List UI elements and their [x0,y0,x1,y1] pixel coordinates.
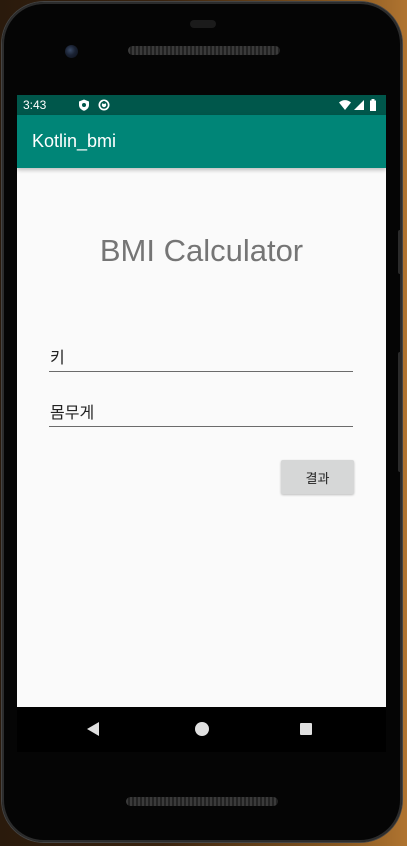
weight-input[interactable] [49,400,350,424]
home-icon[interactable] [195,722,209,736]
battery-icon [370,99,376,111]
sensor-icon [190,20,216,28]
app-bar: Kotlin_bmi [17,115,386,168]
wifi-icon [339,100,351,110]
app-title: Kotlin_bmi [32,131,117,151]
bottom-speaker [126,797,278,806]
result-button[interactable]: 결과 [281,460,354,494]
height-field[interactable] [49,345,353,372]
back-icon[interactable] [87,722,99,736]
navigation-bar [17,707,386,752]
volume-button [398,352,402,472]
earpiece-speaker [128,46,280,55]
page-title: BMI Calculator [99,233,304,268]
recents-icon[interactable] [300,723,312,735]
height-input[interactable] [49,345,350,369]
front-camera-icon [65,45,78,58]
status-bar: 3:43 [17,95,386,115]
status-time: 3:43 [23,98,47,112]
power-button [398,230,402,274]
weight-field[interactable] [49,400,353,427]
app-screen: 3:43 Kotlin_bmi BMI Calculator 결과 [17,95,386,707]
shield-icon [79,99,89,111]
signal-icon [354,100,364,110]
sync-icon [98,99,110,111]
